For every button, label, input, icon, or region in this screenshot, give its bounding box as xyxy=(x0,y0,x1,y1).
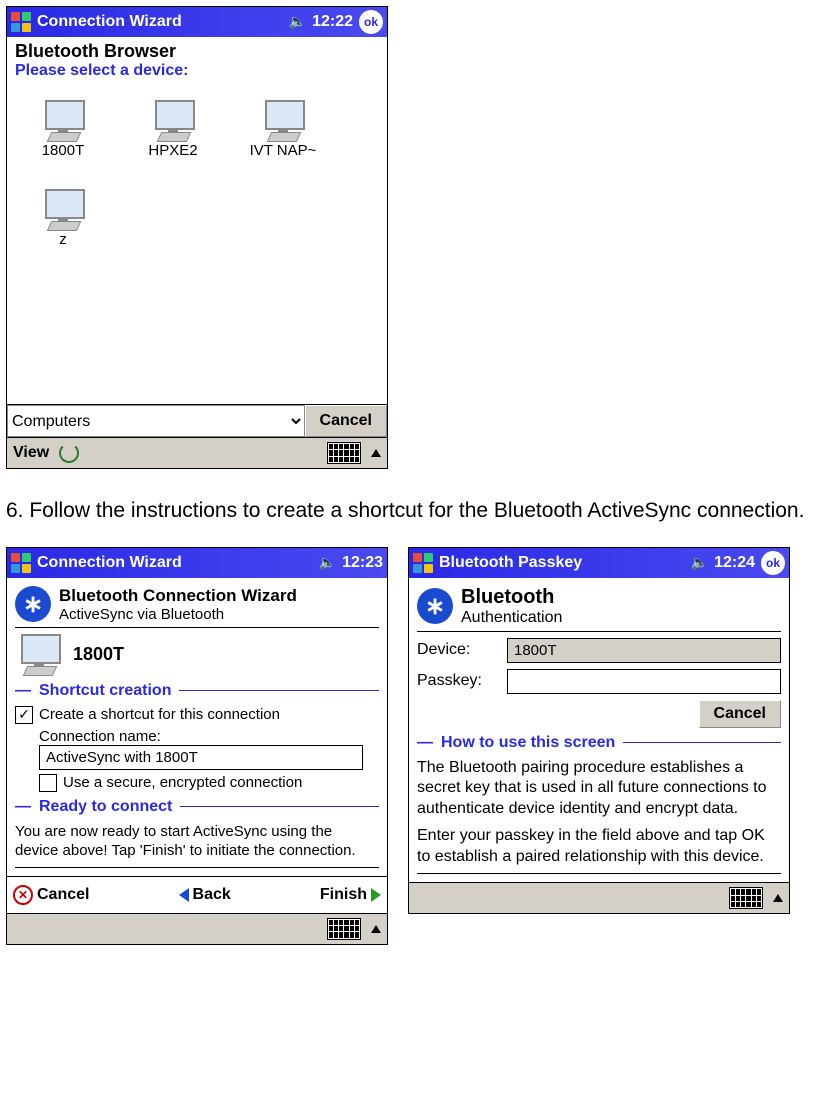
category-select[interactable]: Computers xyxy=(7,405,305,437)
titlebar: Connection Wizard 12:23 xyxy=(7,548,387,578)
connection-name-label: Connection name: xyxy=(39,728,379,745)
screen-bluetooth-passkey: Bluetooth Passkey 12:24 ok ∗ Bluetooth A… xyxy=(408,547,790,915)
keyboard-icon[interactable] xyxy=(729,887,763,909)
wizard-title: Bluetooth Connection Wizard xyxy=(59,586,297,606)
bt-title: Bluetooth xyxy=(461,586,562,609)
clock: 12:22 xyxy=(312,13,353,31)
up-arrow-icon[interactable] xyxy=(773,894,783,902)
bottom-menubar xyxy=(7,913,387,944)
arrow-left-icon xyxy=(179,888,189,902)
device-list: 1800T HPXE2 IVT NAP~ z xyxy=(15,80,379,400)
device-item[interactable]: z xyxy=(23,189,103,248)
passkey-input[interactable] xyxy=(507,669,781,694)
computer-icon xyxy=(39,100,87,142)
passkey-label: Passkey: xyxy=(417,672,497,690)
instruction-text: 6. Follow the instructions to create a s… xyxy=(0,475,816,547)
window-title: Bluetooth Passkey xyxy=(439,554,582,572)
volume-icon[interactable] xyxy=(691,554,708,572)
refresh-icon[interactable] xyxy=(59,443,79,463)
help-para-2: Enter your passkey in the field above an… xyxy=(417,826,781,868)
up-arrow-icon[interactable] xyxy=(371,925,381,933)
device-item[interactable]: 1800T xyxy=(23,100,103,159)
volume-icon[interactable] xyxy=(319,554,336,572)
secure-connection-checkbox[interactable]: Use a secure, encrypted connection xyxy=(39,774,379,792)
screen-connection-wizard: Connection Wizard 12:23 ∗ Bluetooth Conn… xyxy=(6,547,388,945)
up-arrow-icon[interactable] xyxy=(371,449,381,457)
computer-icon xyxy=(149,100,197,142)
computer-icon xyxy=(39,189,87,231)
page-subheading: Please select a device: xyxy=(15,62,379,80)
section-shortcut-creation: —Shortcut creation xyxy=(15,682,379,700)
device-label: IVT NAP~ xyxy=(250,142,317,159)
view-menu[interactable]: View xyxy=(13,444,49,462)
arrow-right-icon xyxy=(371,888,381,902)
page-heading: Bluetooth Browser xyxy=(15,41,379,62)
clock: 12:23 xyxy=(342,554,383,572)
connection-name-input[interactable] xyxy=(39,745,363,770)
cancel-button[interactable]: ✕ Cancel xyxy=(13,885,89,905)
device-label: z xyxy=(59,231,67,248)
cancel-button[interactable]: Cancel xyxy=(305,405,387,437)
filter-bar: Computers Cancel xyxy=(7,404,387,437)
bottom-menubar xyxy=(409,882,789,913)
cancel-button[interactable]: Cancel xyxy=(699,700,781,728)
keyboard-icon[interactable] xyxy=(327,442,361,464)
windows-logo-icon[interactable] xyxy=(413,553,433,573)
cancel-icon: ✕ xyxy=(13,885,33,905)
help-para-1: The Bluetooth pairing procedure establis… xyxy=(417,758,781,820)
computer-icon xyxy=(15,634,63,676)
clock: 12:24 xyxy=(714,554,755,572)
device-label: 1800T xyxy=(42,142,85,159)
device-field xyxy=(507,638,781,663)
wizard-subtitle: ActiveSync via Bluetooth xyxy=(59,606,297,623)
screen-bluetooth-browser: Connection Wizard 12:22 ok Bluetooth Bro… xyxy=(6,6,388,469)
checkbox-unchecked-icon xyxy=(39,774,57,792)
windows-logo-icon[interactable] xyxy=(11,553,31,573)
bottom-menubar: View xyxy=(7,437,387,468)
ready-text: You are now ready to start ActiveSync us… xyxy=(15,822,379,861)
device-item[interactable]: IVT NAP~ xyxy=(243,100,323,159)
device-label: HPXE2 xyxy=(148,142,197,159)
keyboard-icon[interactable] xyxy=(327,918,361,940)
section-ready-to-connect: —Ready to connect xyxy=(15,798,379,816)
volume-icon[interactable] xyxy=(289,13,306,31)
device-item[interactable]: HPXE2 xyxy=(133,100,213,159)
device-label: Device: xyxy=(417,641,497,659)
window-title: Connection Wizard xyxy=(37,554,182,572)
wizard-action-bar: ✕ Cancel Back Finish xyxy=(7,876,387,913)
bluetooth-icon: ∗ xyxy=(15,586,51,622)
bluetooth-icon: ∗ xyxy=(417,588,453,624)
window-title: Connection Wizard xyxy=(37,13,182,31)
create-shortcut-checkbox[interactable]: ✓ Create a shortcut for this connection xyxy=(15,706,379,724)
titlebar: Bluetooth Passkey 12:24 ok xyxy=(409,548,789,578)
windows-logo-icon[interactable] xyxy=(11,12,31,32)
finish-button[interactable]: Finish xyxy=(320,886,381,904)
section-how-to-use: —How to use this screen xyxy=(417,734,781,752)
ok-button[interactable]: ok xyxy=(761,551,785,575)
computer-icon xyxy=(259,100,307,142)
bt-subtitle: Authentication xyxy=(461,609,562,627)
back-button[interactable]: Back xyxy=(179,886,231,904)
titlebar: Connection Wizard 12:22 ok xyxy=(7,7,387,37)
ok-button[interactable]: ok xyxy=(359,10,383,34)
selected-device: 1800T xyxy=(73,644,124,665)
checkbox-checked-icon: ✓ xyxy=(15,706,33,724)
